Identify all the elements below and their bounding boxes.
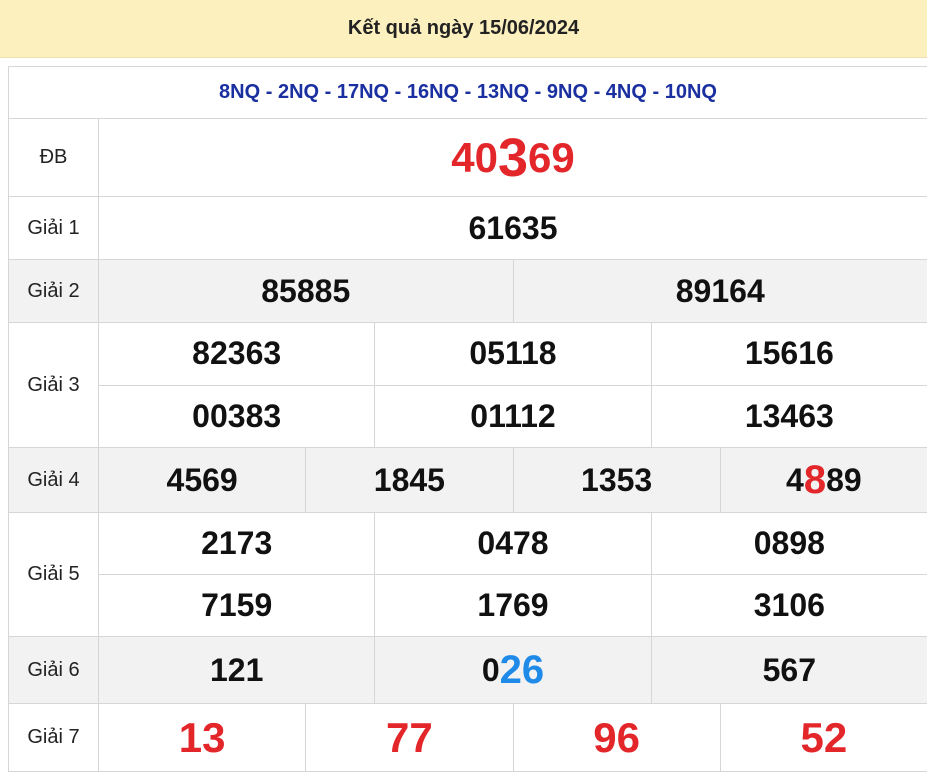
- prize-number: 1845: [305, 448, 512, 512]
- prize-number: 15616: [651, 323, 927, 385]
- special-prize-number: 40369: [99, 119, 927, 196]
- number-highlight: 8: [804, 458, 826, 503]
- prize-number: 89164: [513, 260, 927, 322]
- prize-label-1: Giải 1: [9, 197, 99, 259]
- prize-number: 1353: [513, 448, 720, 512]
- prize-number: 82363: [99, 323, 374, 385]
- prize-row-3: Giải 3 82363 05118 15616 00383 01112 134…: [9, 323, 927, 448]
- prize-number: 13: [99, 704, 305, 771]
- prize-number: 13463: [651, 386, 927, 448]
- prize-row-7: Giải 7 13 77 96 52: [9, 704, 927, 772]
- special-prize-highlight: 3: [498, 127, 528, 189]
- draw-codes: 8NQ - 2NQ - 17NQ - 16NQ - 13NQ - 9NQ - 4…: [9, 67, 927, 119]
- prize-number-highlighted: 026: [374, 637, 650, 703]
- prize-label-3: Giải 3: [9, 323, 99, 447]
- prize-number: 2173: [99, 513, 374, 574]
- results-date-header: Kết quả ngày 15/06/2024: [0, 0, 927, 58]
- prize-label-7: Giải 7: [9, 704, 99, 771]
- prize-row-4: Giải 4 4569 1845 1353 4889: [9, 448, 927, 513]
- prize-row-6: Giải 6 121 026 567: [9, 637, 927, 704]
- prize-number: 05118: [374, 323, 650, 385]
- prize-row-5: Giải 5 2173 0478 0898 7159 1769 3106: [9, 513, 927, 637]
- number-suffix: 89: [826, 462, 862, 499]
- number-prefix: 4: [786, 462, 804, 499]
- lottery-results-table: 8NQ - 2NQ - 17NQ - 16NQ - 13NQ - 9NQ - 4…: [8, 66, 927, 772]
- prize-label-5: Giải 5: [9, 513, 99, 636]
- prize-row-2: Giải 2 85885 89164: [9, 260, 927, 323]
- prize-number: 567: [651, 637, 927, 703]
- special-prize-suffix: 69: [528, 134, 575, 182]
- prize-label-6: Giải 6: [9, 637, 99, 703]
- prize-number: 3106: [651, 575, 927, 636]
- prize-number: 121: [99, 637, 374, 703]
- prize-number: 85885: [99, 260, 513, 322]
- prize-number: 01112: [374, 386, 650, 448]
- number-prefix: 0: [482, 652, 500, 689]
- prize-number: 0478: [374, 513, 650, 574]
- prize-number: 7159: [99, 575, 374, 636]
- prize-number: 77: [305, 704, 512, 771]
- special-prize-prefix: 40: [451, 134, 498, 182]
- number-highlight: 26: [500, 648, 545, 693]
- prize-number: 52: [720, 704, 927, 771]
- prize-number: 96: [513, 704, 720, 771]
- prize-label-2: Giải 2: [9, 260, 99, 322]
- prize-number: 61635: [99, 197, 927, 259]
- prize-label-4: Giải 4: [9, 448, 99, 512]
- prize-label-special: ĐB: [9, 119, 99, 196]
- prize-number: 00383: [99, 386, 374, 448]
- prize-number-highlighted: 4889: [720, 448, 927, 512]
- prize-number: 0898: [651, 513, 927, 574]
- prize-row-special: ĐB 40369: [9, 119, 927, 197]
- prize-number: 1769: [374, 575, 650, 636]
- prize-number: 4569: [99, 448, 305, 512]
- prize-row-1: Giải 1 61635: [9, 197, 927, 260]
